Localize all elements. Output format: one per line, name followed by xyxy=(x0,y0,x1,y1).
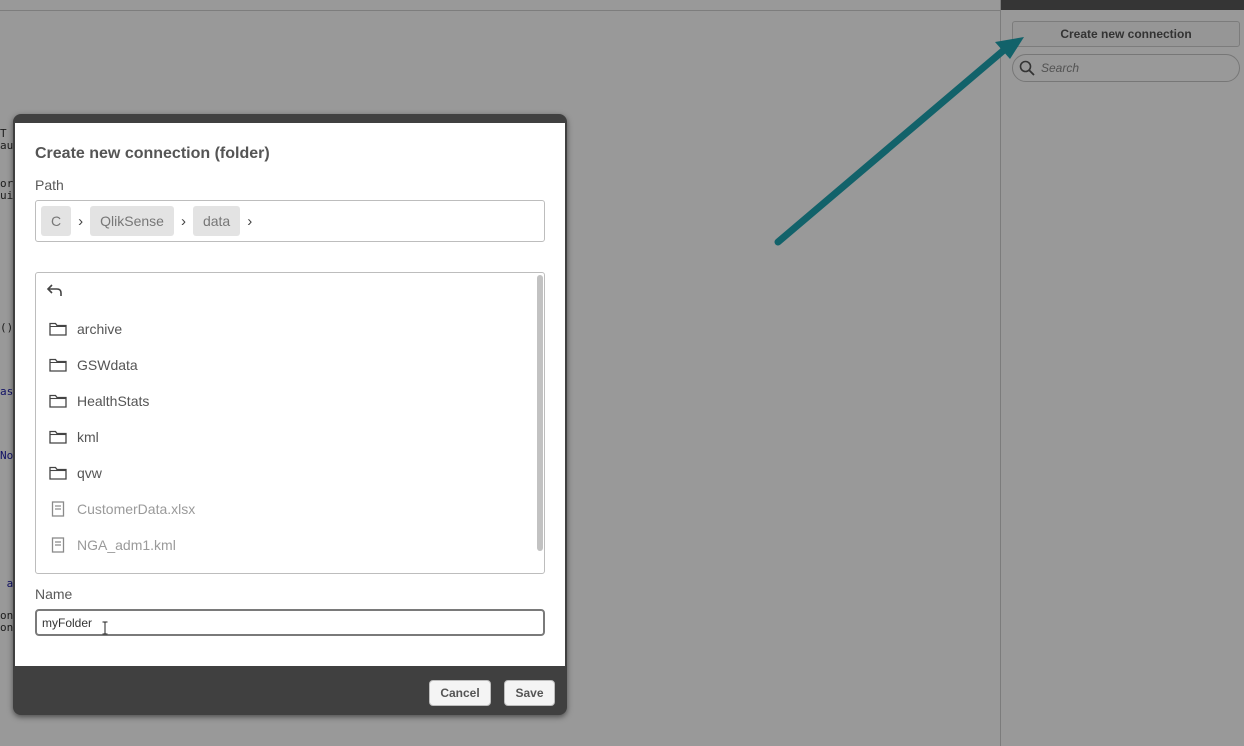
back-icon[interactable] xyxy=(46,281,66,301)
list-item-label: NGA_adm1.kml xyxy=(77,537,176,553)
breadcrumb-qliksense[interactable]: QlikSense xyxy=(90,206,174,236)
create-connection-dialog: Create new connection (folder) Path C › … xyxy=(13,114,567,715)
name-label: Name xyxy=(35,586,73,602)
list-item-label: GSWdata xyxy=(77,357,138,373)
list-item-label: HealthStats xyxy=(77,393,150,409)
folder-icon xyxy=(48,428,68,446)
save-button[interactable]: Save xyxy=(504,680,555,706)
breadcrumb-separator[interactable]: › xyxy=(247,213,252,230)
breadcrumb-c[interactable]: C xyxy=(41,206,72,236)
list-item[interactable]: GSWdata xyxy=(36,350,536,380)
list-item-label: archive xyxy=(77,321,123,337)
list-item[interactable]: NGA_adm1.kml xyxy=(36,530,536,560)
breadcrumb-separator: › xyxy=(180,212,186,230)
connection-name-input[interactable] xyxy=(35,609,545,636)
folder-icon xyxy=(48,392,68,410)
list-item[interactable]: archive xyxy=(36,314,536,344)
dialog-title: Create new connection (folder) xyxy=(35,145,270,162)
path-label: Path xyxy=(35,177,64,193)
list-item[interactable]: qvw xyxy=(36,458,536,488)
list-item-partial[interactable] xyxy=(36,566,536,573)
list-item-label: qvw xyxy=(77,465,102,481)
folder-icon xyxy=(48,320,68,338)
list-item[interactable]: kml xyxy=(36,422,536,452)
list-scrollbar[interactable] xyxy=(537,275,543,551)
list-item[interactable]: CustomerData.xlsx xyxy=(36,494,536,524)
dialog-footer: Cancel Save xyxy=(13,666,567,715)
folder-browser-list[interactable]: archive GSWdata HealthStats kml qvw Cust… xyxy=(35,272,545,574)
cancel-button[interactable]: Cancel xyxy=(429,680,491,706)
file-icon xyxy=(48,572,68,573)
list-item[interactable]: HealthStats xyxy=(36,386,536,416)
file-icon xyxy=(48,500,68,518)
list-item-label: kml xyxy=(77,429,99,445)
breadcrumb-separator: › xyxy=(78,212,84,230)
dialog-body: Create new connection (folder) Path C › … xyxy=(15,123,565,666)
text-cursor-icon xyxy=(102,621,108,635)
folder-icon xyxy=(48,464,68,482)
breadcrumb-data[interactable]: data xyxy=(192,206,241,236)
file-icon xyxy=(48,536,68,554)
path-breadcrumb: C › QlikSense › data › xyxy=(35,200,545,242)
list-item-label: CustomerData.xlsx xyxy=(77,501,196,517)
folder-icon xyxy=(48,356,68,374)
